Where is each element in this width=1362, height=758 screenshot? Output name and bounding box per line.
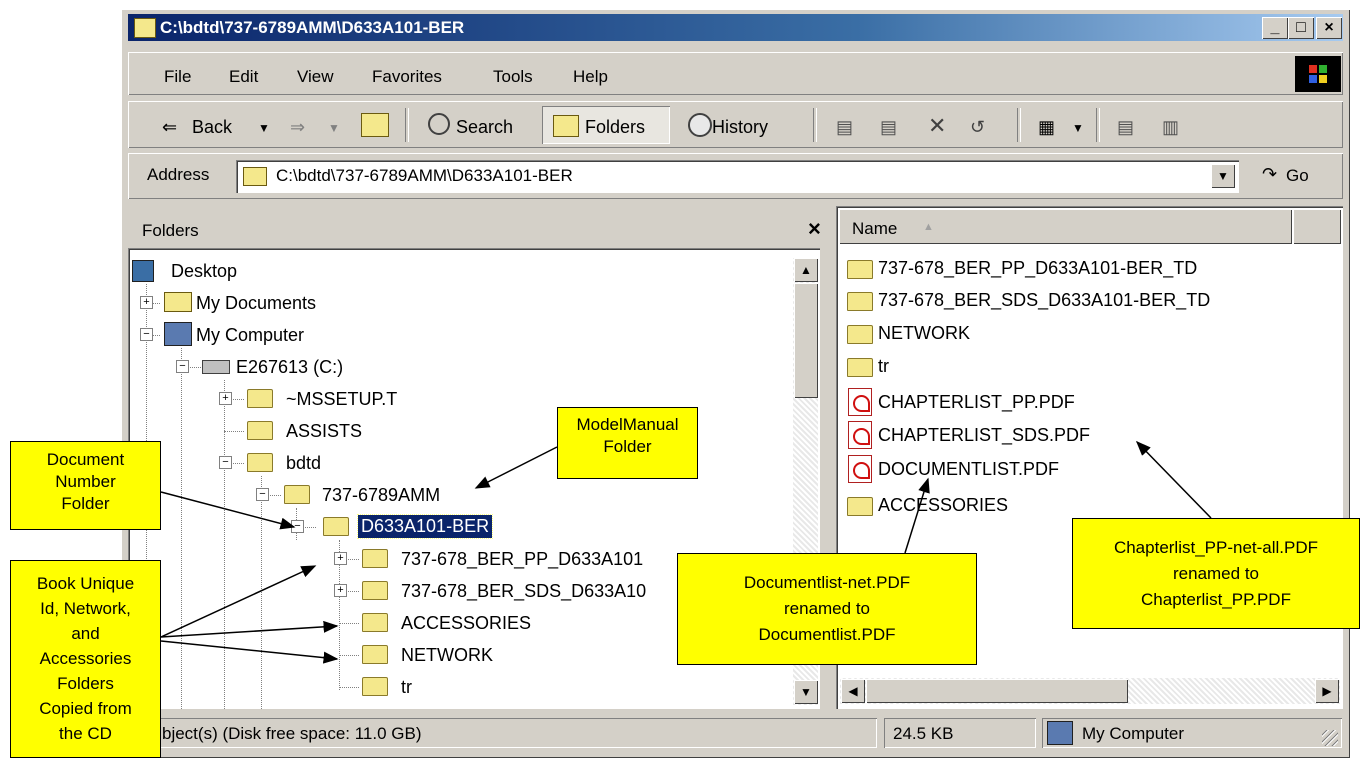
callout-model-manual-line2: Folder [603, 437, 652, 456]
callout-book-line4: Accessories [39, 649, 132, 668]
callout-documentlist-line2: renamed to [784, 599, 870, 618]
callout-book-line5: Folders [57, 674, 114, 693]
callout-document-number-line3: Folder [61, 494, 110, 513]
callout-document-number: Document Number Folder [10, 441, 161, 530]
callout-chapterlist-line1: Chapterlist_PP-net-all.PDF [1113, 538, 1319, 557]
callout-model-manual: ModelManual Folder [557, 407, 698, 479]
callout-chapterlist-line2: renamed to [1173, 564, 1259, 583]
arrow-book-accessories [160, 620, 339, 638]
callout-book-unique-id: Book Unique Id, Network, and Accessories… [10, 560, 161, 758]
callout-book-line1: Book Unique [36, 574, 135, 593]
arrow-documentlist [904, 477, 930, 554]
callout-chapterlist: Chapterlist_PP-net-all.PDF renamed to Ch… [1072, 518, 1360, 629]
callout-document-number-line1: Document [46, 450, 125, 469]
callout-book-line7: the CD [59, 724, 112, 743]
callout-book-line2: Id, Network, [40, 599, 131, 618]
callout-model-manual-line1: ModelManual [576, 415, 679, 434]
callout-chapterlist-line3: Chapterlist_PP.PDF [1141, 590, 1291, 609]
callout-document-number-line2: Number [55, 472, 116, 491]
callout-book-line6: Copied from [39, 699, 132, 718]
arrow-book-network [160, 640, 339, 664]
arrow-chapterlist [1135, 440, 1212, 519]
arrow-document-number [160, 491, 296, 530]
arrow-model-manual [474, 446, 558, 489]
callout-documentlist-line1: Documentlist-net.PDF [743, 573, 911, 592]
arrow-book-pp [160, 565, 317, 638]
callout-book-line3: and [71, 624, 100, 643]
callout-documentlist-line3: Documentlist.PDF [758, 625, 896, 644]
callout-documentlist: Documentlist-net.PDF renamed to Document… [677, 553, 977, 665]
